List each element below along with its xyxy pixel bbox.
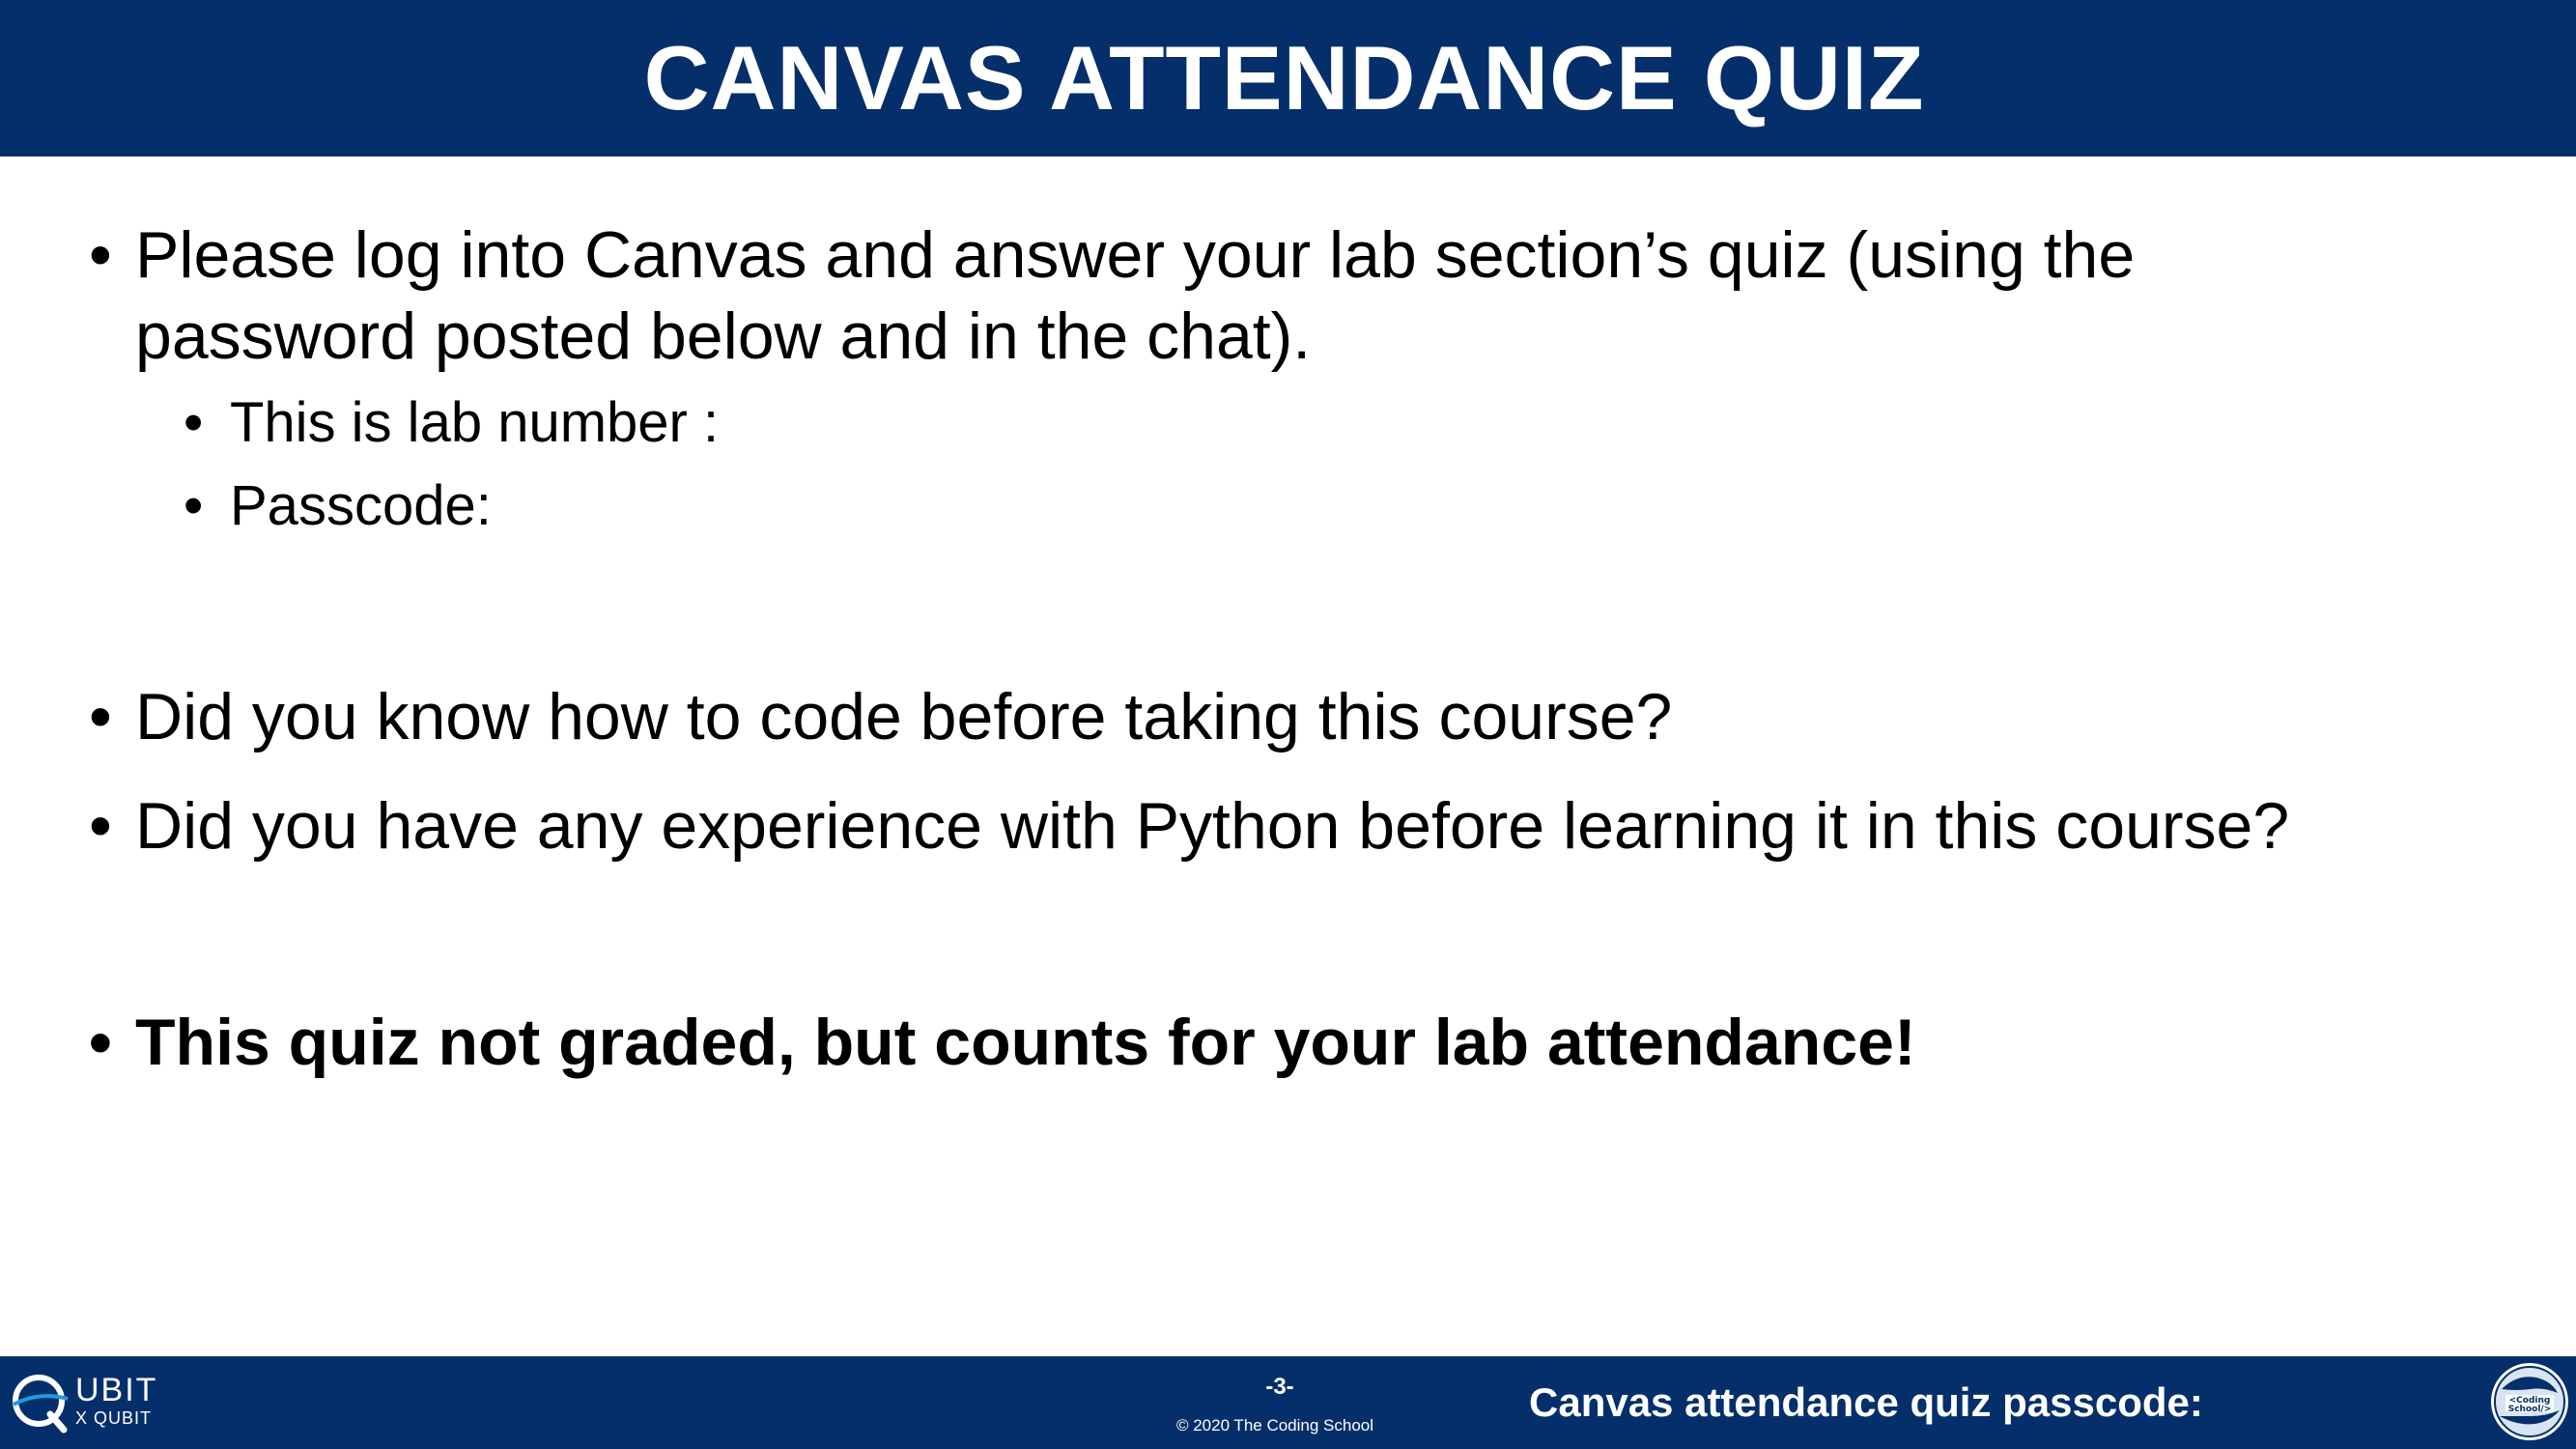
bullet-dot: • xyxy=(184,391,204,454)
bullet-dot: • xyxy=(184,474,204,537)
sub-bullet-text: This is lab number : xyxy=(230,391,720,454)
bullet-dot: • xyxy=(89,1006,112,1079)
coding-school-logo-text-2: School/> xyxy=(2508,1405,2552,1414)
bullet-item-code-before: • Did you know how to code before taking… xyxy=(89,676,2407,757)
slide: CANVAS ATTENDANCE QUIZ • Please log into… xyxy=(0,0,2576,1449)
bullet-dot: • xyxy=(89,218,112,292)
bullet-text: Did you have any experience with Python … xyxy=(135,789,2290,863)
bullet-item-python-experience: • Did you have any experience with Pytho… xyxy=(89,785,2504,867)
bullet-dot: • xyxy=(89,680,112,753)
sub-bullet-text: Passcode: xyxy=(230,474,492,537)
bullet-item-login: • Please log into Canvas and answer your… xyxy=(89,214,2407,379)
footer-bar: UBIT X QUBIT -3- © 2020 The Coding Schoo… xyxy=(0,1356,2576,1449)
qubit-logo-subtext: X QUBIT xyxy=(75,1408,153,1428)
qubit-logo-text: UBIT xyxy=(75,1372,158,1408)
sub-bullet-lab-number: • This is lab number : xyxy=(184,389,1343,457)
passcode-label: Canvas attendance quiz passcode: xyxy=(1529,1379,2203,1425)
bullet-text: This quiz not graded, but counts for you… xyxy=(135,1006,1916,1079)
coding-school-logo-icon: <Coding School/> xyxy=(2491,1363,2568,1440)
qubit-logo: UBIT X QUBIT xyxy=(8,1370,172,1437)
sub-bullet-passcode: • Passcode: xyxy=(184,472,1343,540)
bullet-text: Did you know how to code before taking t… xyxy=(135,680,1673,753)
bullet-dot: • xyxy=(89,789,112,863)
page-number: -3- xyxy=(1265,1374,1294,1400)
coding-school-logo: <Coding School/> xyxy=(2488,1360,2571,1443)
qubit-logo-icon xyxy=(13,1375,69,1434)
bullet-text: Please log into Canvas and answer your l… xyxy=(135,218,2136,373)
bullet-item-attendance-note: • This quiz not graded, but counts for y… xyxy=(89,1002,2407,1083)
slide-content: • Please log into Canvas and answer your… xyxy=(0,0,2576,1352)
copyright-text: © 2020 The Coding School xyxy=(1175,1416,1374,1435)
